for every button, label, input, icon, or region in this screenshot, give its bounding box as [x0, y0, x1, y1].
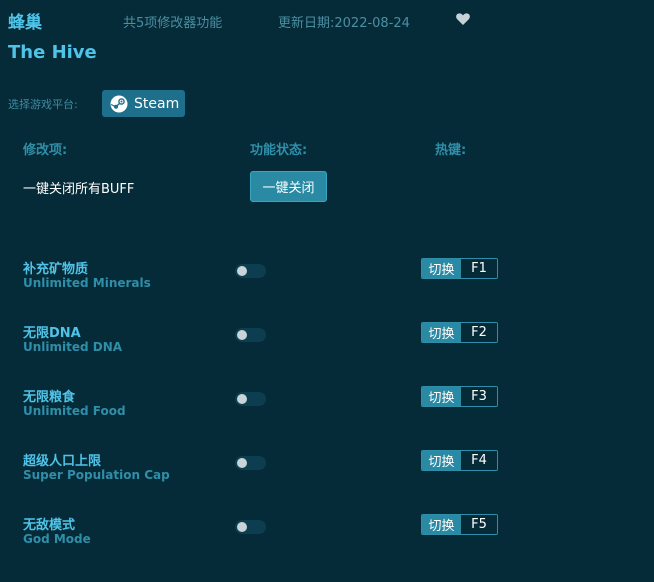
cheat-row-god-mode: 无敌模式 God Mode 切换 F5: [0, 514, 654, 564]
cheat-name-cn: 无限DNA: [23, 326, 81, 341]
game-title-en: The Hive: [8, 42, 97, 63]
cheat-name-en: God Mode: [23, 532, 91, 546]
cheat-toggle[interactable]: [235, 520, 266, 534]
cheat-name-cn: 无敌模式: [23, 518, 76, 533]
column-header-hotkey: 热键:: [435, 143, 467, 158]
hotkey-key: F1: [461, 259, 497, 278]
cheat-toggle[interactable]: [235, 456, 266, 470]
cheat-name-en: Unlimited Food: [23, 404, 126, 418]
hotkey-switch-button[interactable]: 切换: [422, 451, 461, 470]
hotkey-switch-button[interactable]: 切换: [422, 323, 461, 342]
close-all-button[interactable]: 一键关闭: [250, 171, 327, 202]
cheat-toggle[interactable]: [235, 392, 266, 406]
toggle-knob: [237, 330, 247, 340]
toggle-knob: [237, 522, 247, 532]
cheat-name-cn: 无限粮食: [23, 390, 76, 405]
hotkey-key: F2: [461, 323, 497, 342]
hotkey-switch-button[interactable]: 切换: [422, 259, 461, 278]
cheat-row-unlimited-food: 无限粮食 Unlimited Food 切换 F3: [0, 386, 654, 436]
game-title-cn: 蜂巢: [8, 13, 42, 33]
update-date: 更新日期:2022-08-24: [278, 16, 410, 31]
cheat-row-super-population-cap: 超级人口上限 Super Population Cap 切换 F4: [0, 450, 654, 500]
steam-button-label: Steam: [134, 95, 180, 112]
cheat-name-cn: 补充矿物质: [23, 262, 89, 277]
cheat-name-cn: 超级人口上限: [23, 454, 102, 469]
cheat-name-en: Unlimited Minerals: [23, 276, 151, 290]
cheat-row-unlimited-dna: 无限DNA Unlimited DNA 切换 F2: [0, 322, 654, 372]
cheat-row-unlimited-minerals: 补充矿物质 Unlimited Minerals 切换 F1: [0, 258, 654, 308]
cheat-toggle[interactable]: [235, 264, 266, 278]
cheat-name-en: Unlimited DNA: [23, 340, 123, 354]
feature-count: 共5项修改器功能: [123, 16, 223, 31]
hotkey-group: 切换 F5: [421, 514, 498, 535]
platform-label: 选择游戏平台:: [8, 98, 78, 111]
cheat-toggle[interactable]: [235, 328, 266, 342]
heart-icon[interactable]: [455, 11, 471, 27]
hotkey-group: 切换 F4: [421, 450, 498, 471]
hotkey-group: 切换 F2: [421, 322, 498, 343]
steam-icon: [110, 95, 128, 113]
hotkey-key: F4: [461, 451, 497, 470]
hotkey-key: F5: [461, 515, 497, 534]
column-header-status: 功能状态:: [250, 143, 308, 158]
hotkey-switch-button[interactable]: 切换: [422, 515, 461, 534]
toggle-knob: [237, 458, 247, 468]
toggle-knob: [237, 394, 247, 404]
hotkey-switch-button[interactable]: 切换: [422, 387, 461, 406]
hotkey-group: 切换 F1: [421, 258, 498, 279]
close-all-buff-label: 一键关闭所有BUFF: [23, 182, 135, 197]
hotkey-key: F3: [461, 387, 497, 406]
steam-platform-button[interactable]: Steam: [102, 90, 185, 117]
column-header-mod: 修改项:: [23, 143, 68, 158]
hotkey-group: 切换 F3: [421, 386, 498, 407]
cheat-name-en: Super Population Cap: [23, 468, 170, 482]
toggle-knob: [237, 266, 247, 276]
